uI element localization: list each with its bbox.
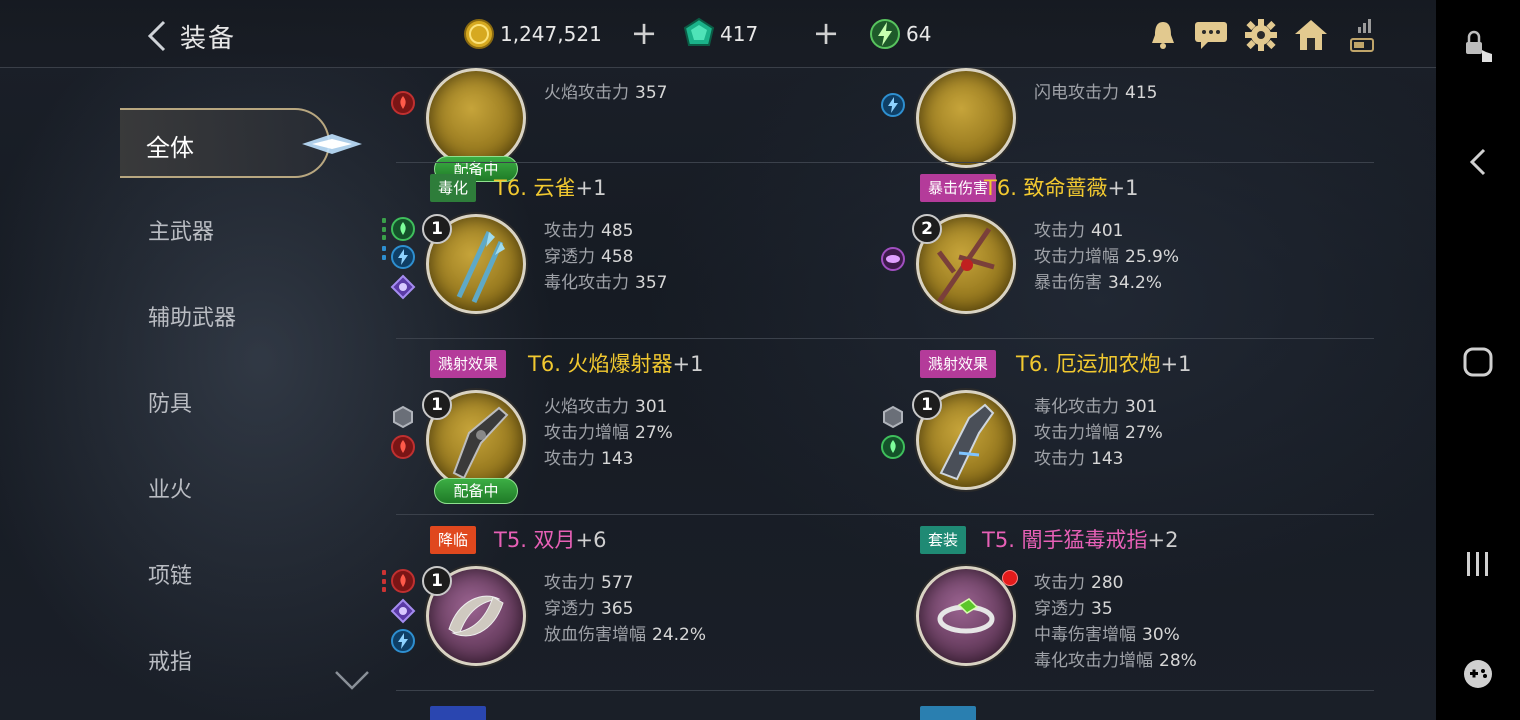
lightning-orb-icon xyxy=(868,17,902,51)
home-icon[interactable] xyxy=(1292,16,1330,54)
fire-rune-icon xyxy=(390,568,416,594)
item-tag-partial xyxy=(430,706,486,720)
item-name-text: T6. 厄运加农炮 xyxy=(1016,352,1161,376)
item-grade-badge: 1 xyxy=(422,214,452,244)
item-name-text: T5. 闇手猛毒戒指 xyxy=(982,528,1148,552)
category-tab-all[interactable]: 全体 xyxy=(120,108,362,178)
equipment-card[interactable]: 套装 T5. 闇手猛毒戒指+2 攻击力 280 穿透力 35 中毒伤害增幅 30% 毒… xyxy=(870,420,1360,671)
nav-home-icon[interactable] xyxy=(1458,342,1498,382)
item-stat: 攻击力 485 xyxy=(544,221,634,241)
item-tag: 溅射效果 xyxy=(430,350,507,378)
item-stat: 穿透力 35 xyxy=(1034,599,1113,619)
equipment-card[interactable]: 溅射效果 T6. 火焰爆射器+1 1 配备中 火焰攻击力 301 攻击力增幅 27%… xyxy=(380,244,870,504)
item-stat: 放血伤害增幅 24.2% xyxy=(544,625,707,645)
signal-battery-icon xyxy=(1344,16,1382,54)
item-stat: 攻击力 280 xyxy=(1034,573,1124,593)
item-grade-badge: 1 xyxy=(422,566,452,596)
gold-coin-icon xyxy=(462,17,496,51)
item-name-text: T6. 云雀 xyxy=(494,176,576,200)
equipment-list[interactable]: 配备中 火焰攻击力 357 闪电攻击力 415 毒化 T6. 云雀+1 1 攻击… xyxy=(380,68,1380,720)
item-name: T6. 火焰爆射器+1 xyxy=(528,348,704,378)
top-bar: 装备 1,247,521 + 417 + 64 xyxy=(0,0,1436,68)
energy-counter: 64 xyxy=(868,16,931,52)
item-tag: 降临 xyxy=(430,526,477,554)
item-name-text: T6. 火焰爆射器 xyxy=(528,352,673,376)
back-button[interactable] xyxy=(142,18,172,54)
add-gems-button[interactable]: + xyxy=(812,17,840,50)
item-tag-partial xyxy=(920,706,976,720)
page-title: 装备 xyxy=(180,24,237,54)
item-stat: 攻击力 401 xyxy=(1034,221,1124,241)
item-stat: 火焰攻击力 301 xyxy=(544,397,668,417)
gold-counter: 1,247,521 xyxy=(462,16,602,52)
category-tab-sub-weapon[interactable]: 辅助武器 xyxy=(148,300,236,332)
item-name-text: T5. 双月 xyxy=(494,528,576,552)
nav-back-icon[interactable] xyxy=(1458,142,1498,182)
chevron-left-icon xyxy=(147,20,166,52)
equipment-card[interactable]: 暴击伤害 T6. 致命蔷薇+1 2 攻击力 401 攻击力增幅 25.9% 暴击伤害… xyxy=(870,68,1360,314)
item-name: T6. 致命蔷薇+1 xyxy=(984,172,1139,202)
new-item-dot xyxy=(1002,570,1018,586)
category-tab-label: 全体 xyxy=(146,134,194,162)
category-tab-karma[interactable]: 业火 xyxy=(148,472,192,504)
item-stat: 毒化攻击力增幅 28% xyxy=(1034,651,1197,671)
nav-recents-icon[interactable] xyxy=(1458,544,1498,584)
item-icon xyxy=(916,566,1016,666)
item-stat: 穿透力 365 xyxy=(544,599,634,619)
item-upgrade-level: +1 xyxy=(575,176,607,200)
item-grade-badge: 1 xyxy=(422,390,452,420)
gear-icon[interactable] xyxy=(1242,16,1280,54)
item-name: T6. 云雀+1 xyxy=(494,172,607,202)
category-tab-main-weapon[interactable]: 主武器 xyxy=(148,214,214,246)
equipment-card[interactable]: 溅射效果 T6. 厄运加农炮+1 1 毒化攻击力 301 攻击力增幅 27% 攻击力… xyxy=(870,244,1360,490)
game-screen: 装备 1,247,521 + 417 + 64 全体 主武器 辅助武器 防具 业… xyxy=(0,0,1436,720)
item-stat: 攻击力 577 xyxy=(544,573,634,593)
item-tag: 毒化 xyxy=(430,174,477,202)
item-name-text: T6. 致命蔷薇 xyxy=(984,176,1108,200)
item-grade-badge: 2 xyxy=(912,214,942,244)
system-nav-bar xyxy=(1436,0,1520,720)
poison-rune-icon xyxy=(390,216,416,242)
row-divider xyxy=(396,690,1374,691)
gem-counter: 417 xyxy=(682,16,758,52)
item-name: T5. 双月+6 xyxy=(494,524,607,554)
lock-touch-icon[interactable] xyxy=(1458,26,1498,66)
category-tab-armor[interactable]: 防具 xyxy=(148,386,192,418)
energy-amount: 64 xyxy=(906,22,932,46)
item-name: T6. 厄运加农炮+1 xyxy=(1016,348,1192,378)
selection-flare-icon xyxy=(302,134,362,154)
chat-icon[interactable] xyxy=(1192,16,1230,54)
chevron-down-icon[interactable] xyxy=(334,668,370,692)
item-stat: 毒化攻击力 301 xyxy=(1034,397,1158,417)
rune-slot-dots xyxy=(382,218,388,240)
bell-icon[interactable] xyxy=(1144,16,1182,54)
equipment-card[interactable]: 降临 T5. 双月+6 1 攻击力 577 穿透力 365 放血伤害增幅 24.2% xyxy=(380,420,870,666)
item-upgrade-level: +2 xyxy=(1147,528,1179,552)
gold-amount: 1,247,521 xyxy=(500,22,602,46)
item-upgrade-level: +1 xyxy=(672,352,704,376)
equipment-card[interactable]: 毒化 T6. 云雀+1 1 攻击力 485 穿透力 458 毒化攻击力 357 xyxy=(380,68,870,314)
item-stat: 中毒伤害增幅 30% xyxy=(1034,625,1180,645)
item-grade-badge: 1 xyxy=(912,390,942,420)
category-tab-necklace[interactable]: 项链 xyxy=(148,558,192,590)
item-upgrade-level: +1 xyxy=(1160,352,1192,376)
add-gold-button[interactable]: + xyxy=(630,17,658,50)
category-sidebar: 全体 主武器 辅助武器 防具 业火 项链 戒指 xyxy=(0,68,380,720)
item-name: T5. 闇手猛毒戒指+2 xyxy=(982,524,1179,554)
emerald-gem-icon xyxy=(682,17,716,51)
lightning-rune-icon xyxy=(390,628,416,654)
item-tag: 套装 xyxy=(920,526,967,554)
game-controller-icon[interactable] xyxy=(1458,654,1498,694)
item-upgrade-level: +1 xyxy=(1107,176,1139,200)
item-tag: 溅射效果 xyxy=(920,350,997,378)
item-upgrade-level: +6 xyxy=(575,528,607,552)
category-tab-ring[interactable]: 戒指 xyxy=(148,644,192,676)
arcane-rune-icon xyxy=(390,598,416,624)
rune-slot-dots xyxy=(382,570,388,592)
gem-amount: 417 xyxy=(720,22,759,46)
